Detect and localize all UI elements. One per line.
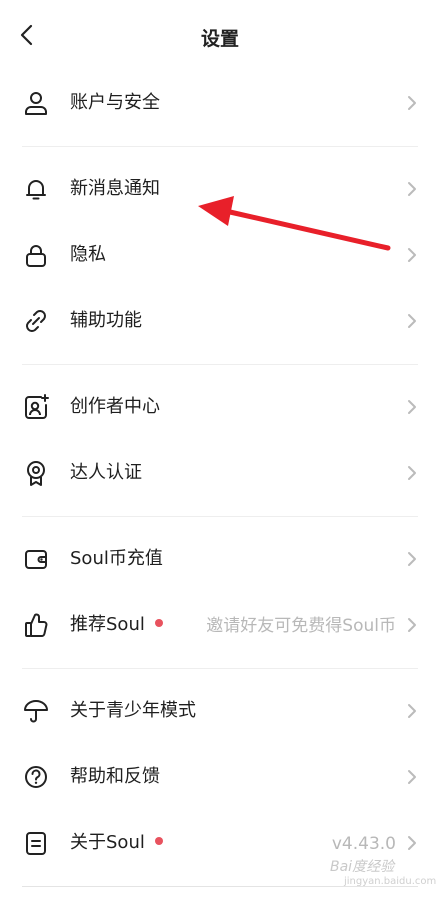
settings-item-label: 帮助和反馈: [70, 766, 160, 787]
settings-item-label: 达人认证: [70, 462, 142, 483]
annotation-arrow-icon: [198, 196, 391, 251]
settings-item-subtitle: 邀请好友可免费得Soul币: [206, 616, 396, 636]
divider: [22, 364, 418, 365]
chevron-right-icon: [405, 464, 419, 482]
about-icon: [22, 829, 50, 857]
chevron-right-icon: [405, 180, 419, 198]
notification-dot: [154, 619, 163, 627]
settings-item-label: 推荐Soul: [70, 612, 163, 638]
creator-icon: [22, 393, 50, 421]
settings-item-label: 创作者中心: [70, 396, 160, 417]
version-text: v4.43.0: [331, 834, 396, 854]
settings-item-recommend[interactable]: 推荐Soul 邀请好友可免费得Soul币: [0, 592, 440, 658]
watermark-logo: Bai度经验: [330, 859, 395, 875]
nav-header: 设置: [0, 0, 440, 70]
settings-item-teen-mode[interactable]: 关于青少年模式: [0, 678, 440, 744]
settings-item-accessibility[interactable]: 辅助功能: [0, 288, 440, 354]
chevron-right-icon: [405, 246, 419, 264]
chevron-right-icon: [405, 616, 419, 634]
settings-item-verification[interactable]: 达人认证: [0, 440, 440, 506]
settings-item-label: 隐私: [70, 244, 106, 265]
settings-item-recharge[interactable]: Soul币充值: [0, 526, 440, 592]
lock-icon: [22, 241, 50, 269]
chevron-right-icon: [405, 768, 419, 786]
settings-item-creator-center[interactable]: 创作者中心: [0, 374, 440, 440]
divider: [22, 146, 418, 147]
umbrella-icon: [22, 697, 50, 725]
badge-icon: [22, 459, 50, 487]
settings-item-label-text: 关于Soul: [70, 832, 145, 853]
page-title: 设置: [200, 28, 239, 50]
settings-item-label: 辅助功能: [70, 310, 142, 331]
settings-item-label-text: 推荐Soul: [70, 614, 145, 635]
divider: [22, 668, 418, 669]
thumbs-up-icon: [22, 611, 50, 639]
settings-item-label: 关于Soul: [70, 830, 163, 856]
settings-item-label: 账户与安全: [70, 92, 160, 113]
chevron-right-icon: [405, 834, 419, 852]
settings-item-label: 关于青少年模式: [70, 700, 196, 721]
chevron-right-icon: [405, 312, 419, 330]
wallet-icon: [22, 545, 50, 573]
chevron-right-icon: [405, 702, 419, 720]
settings-item-label: 新消息通知: [70, 178, 160, 199]
chevron-right-icon: [405, 550, 419, 568]
help-icon: [22, 763, 50, 791]
link-icon: [22, 307, 50, 335]
settings-item-account-security[interactable]: 账户与安全: [0, 70, 440, 136]
chevron-right-icon: [405, 94, 419, 112]
user-icon: [22, 89, 50, 117]
bell-icon: [22, 175, 50, 203]
divider: [22, 516, 418, 517]
settings-item-help-feedback[interactable]: 帮助和反馈: [0, 744, 440, 810]
notification-dot: [154, 837, 163, 845]
chevron-right-icon: [405, 398, 419, 416]
settings-item-label: Soul币充值: [70, 548, 163, 569]
watermark-url: jingyan.baidu.com: [344, 876, 437, 887]
